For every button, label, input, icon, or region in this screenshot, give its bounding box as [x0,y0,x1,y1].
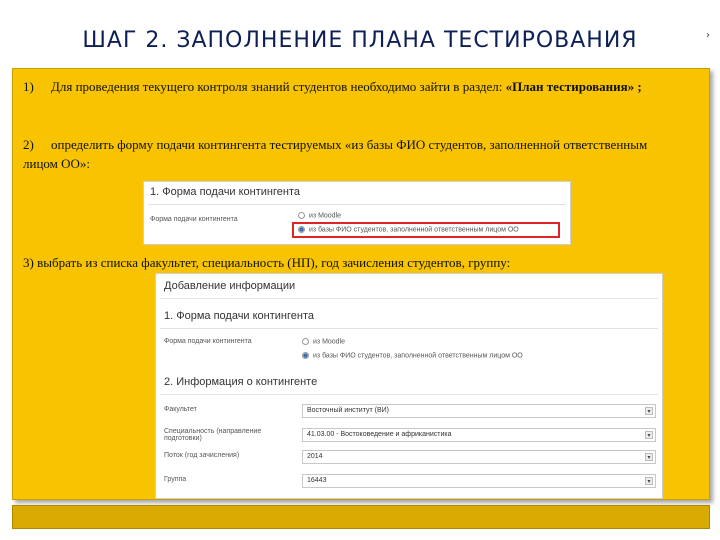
radio-icon[interactable] [302,338,309,345]
specialty-select[interactable]: 41.03.00 - Востоковедение и африканистик… [302,428,656,442]
content-panel: 1) Для проведения текущего контроля знани… [12,68,710,500]
shot1-option-moodle[interactable]: из Moodle [298,212,341,219]
chevron-down-icon[interactable]: ▾ [645,453,653,461]
shot1-option-moodle-label: из Moodle [309,212,342,220]
group-select-value: 16443 [307,477,327,484]
screenshot-add-info-form: Добавление информации 1. Форма подачи ко… [155,273,663,499]
group-select[interactable]: 16443 ▾ [302,474,656,488]
step-3-number: 3) [23,255,34,270]
shot2-field-label: Форма подачи контингента [164,338,252,345]
page-title: ШАГ 2. ЗАПОЛНЕНИЕ ПЛАНА ТЕСТИРОВАНИЯ [82,28,638,53]
shot1-divider [148,204,566,205]
step-1-bold: «План тестирования» ; [505,79,642,94]
radio-icon[interactable] [298,212,305,219]
shot2-option-moodle-label: из Moodle [313,338,346,346]
shot2-option-database[interactable]: из базы ФИО студентов, заполненной ответ… [302,352,523,359]
chevron-down-icon[interactable]: ▾ [645,407,653,415]
shot2-option-moodle[interactable]: из Moodle [302,338,345,345]
step-2: 2) определить форму подачи контингента те… [23,135,683,173]
shot1-heading: 1. Форма подачи контингента [150,186,301,198]
faculty-label: Факультет [164,406,197,413]
shot2-divider-3 [160,394,658,395]
chevron-right-icon: › [706,30,710,41]
screenshot-contingent-form: 1. Форма подачи контингента Форма подачи… [143,181,571,245]
shot2-option-database-label: из базы ФИО студентов, заполненной ответ… [313,352,523,360]
shot1-field-label: Форма подачи контингента [150,216,238,223]
chevron-down-icon[interactable]: ▾ [645,431,653,439]
specialty-label: Специальность (направление подготовки) [164,428,262,442]
radio-checked-icon[interactable] [302,352,309,359]
step-2-text: определить форму подачи контингента тест… [23,137,648,171]
footer-bar [12,505,710,529]
step-2-number: 2) [23,137,34,152]
step-1-text: Для проведения текущего контроля знаний … [51,79,506,94]
year-select[interactable]: 2014 ▾ [302,450,656,464]
step-1: 1) Для проведения текущего контроля знани… [23,77,683,96]
step-3-text: выбрать из списка факультет, специальнос… [37,255,511,270]
year-label: Поток (год зачисления) [164,452,240,459]
year-select-value: 2014 [307,453,323,460]
highlight-frame [292,222,560,238]
shot2-section-2: 2. Информация о контингенте [164,376,318,388]
specialty-select-value: 41.03.00 - Востоковедение и африканистик… [307,431,452,438]
faculty-select[interactable]: Восточный институт (ВИ) ▾ [302,404,656,418]
shot2-section-1: 1. Форма подачи контингента [164,310,315,322]
shot2-divider-2 [160,328,658,329]
group-label: Группа [164,476,187,483]
faculty-select-value: Восточный институт (ВИ) [307,407,390,414]
chevron-down-icon[interactable]: ▾ [645,477,653,485]
step-3: 3) выбрать из списка факультет, специаль… [23,253,683,272]
shot2-heading: Добавление информации [164,280,296,292]
shot2-divider-1 [160,298,658,299]
step-1-number: 1) [23,79,34,94]
